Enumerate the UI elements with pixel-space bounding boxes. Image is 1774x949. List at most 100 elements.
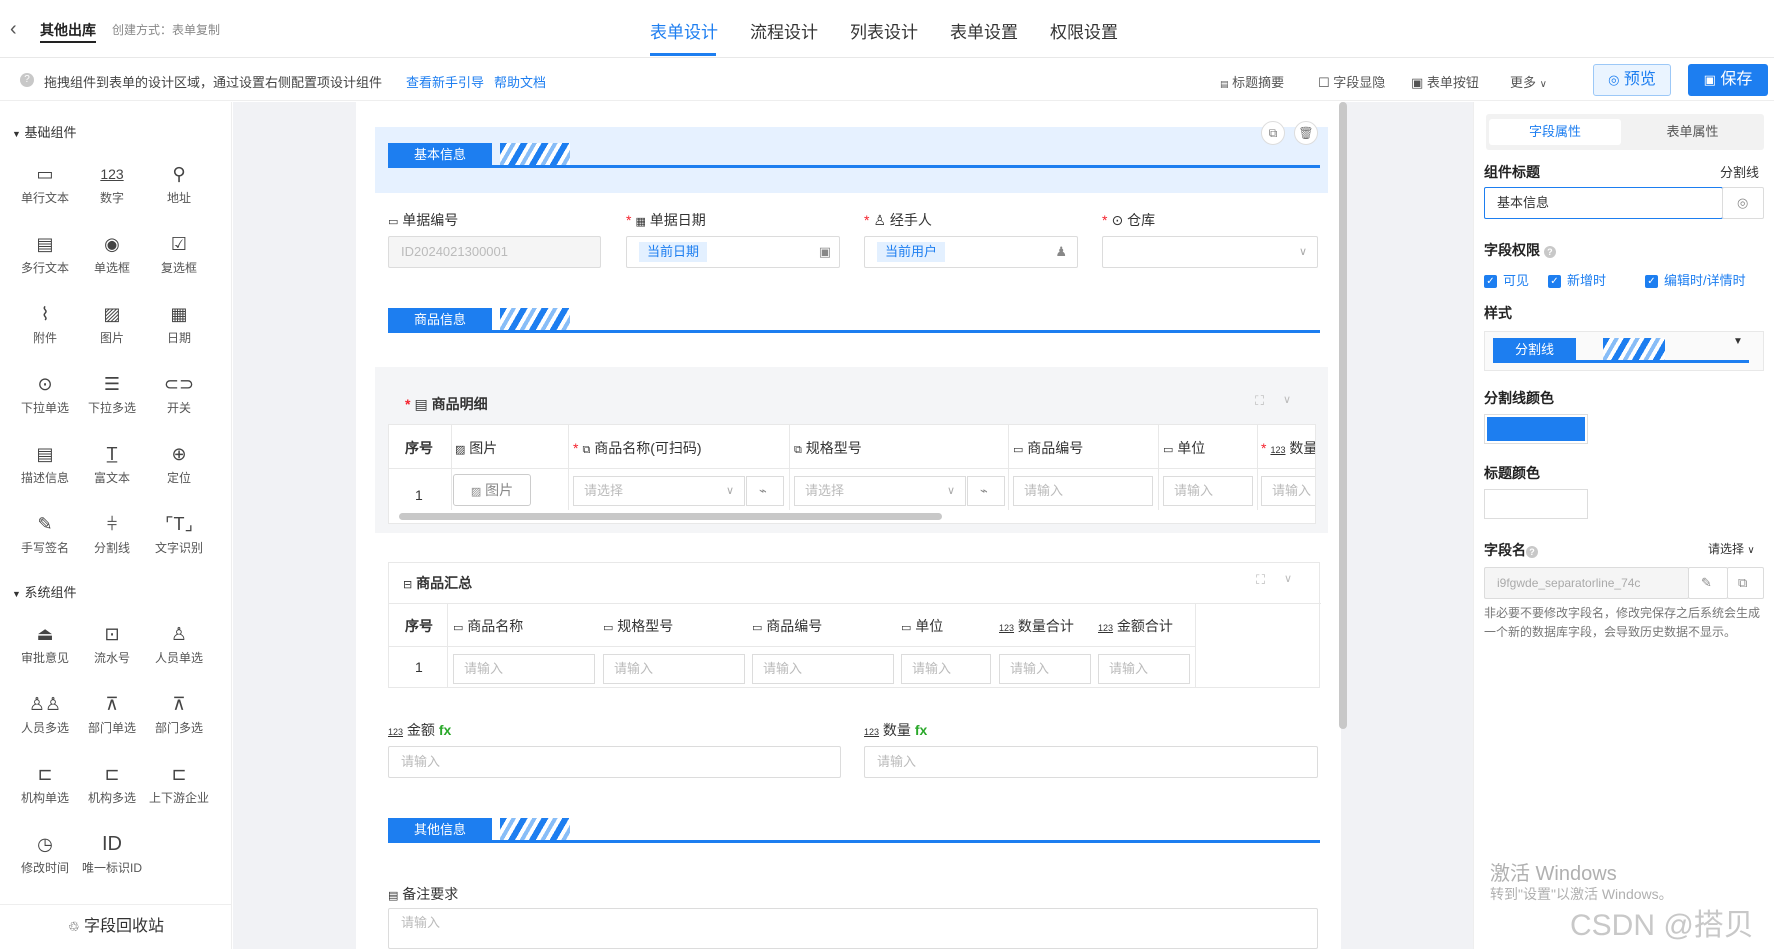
summary-amount-input[interactable]: 请输入 <box>1098 654 1190 684</box>
summary-unit-input[interactable]: 请输入 <box>901 654 991 684</box>
field-recycle-bin[interactable]: ♲ 字段回收站 <box>0 904 232 949</box>
palette-approval[interactable]: ⏏ 审批意见 <box>12 621 78 666</box>
tab-list-design[interactable]: 列表设计 <box>850 18 918 43</box>
remark-textarea[interactable]: 请输入 <box>388 908 1318 949</box>
perm-create-checkbox[interactable]: ✓ 新增时 <box>1548 270 1606 289</box>
number-icon: 123 <box>1098 623 1114 633</box>
title-color-swatch[interactable] <box>1484 489 1588 519</box>
table-h-scrollbar[interactable] <box>399 513 942 520</box>
chevron-down-icon[interactable]: ∨ <box>1283 393 1291 406</box>
back-icon[interactable]: ‹ <box>10 18 17 41</box>
field-visibility-button[interactable]: ☐ 字段显隐 <box>1318 72 1385 91</box>
palette-single-text[interactable]: ▭ 单行文本 <box>12 161 78 206</box>
style-select[interactable]: 分割线 ▼ <box>1484 331 1764 371</box>
preview-button[interactable]: ◎ 预览 <box>1593 64 1671 96</box>
tab-form-settings[interactable]: 表单设置 <box>950 18 1018 43</box>
palette-radio[interactable]: ◉ 单选框 <box>79 231 145 276</box>
palette-serial[interactable]: ⊡ 流水号 <box>79 621 145 666</box>
edit-icon[interactable]: ✎ <box>1688 567 1728 599</box>
section-basic-info[interactable]: 基本信息 <box>388 135 1320 175</box>
palette-image[interactable]: ▨ 图片 <box>79 301 145 346</box>
qty-total-input[interactable]: 请输入 <box>864 746 1318 778</box>
col-header: ⧉ 规格型号 <box>794 438 862 458</box>
palette-dropdown-single[interactable]: ⊙ 下拉单选 <box>12 371 78 416</box>
qty-input[interactable]: 请输入 <box>1261 476 1315 506</box>
summary-spec-input[interactable]: 请输入 <box>603 654 745 684</box>
palette-org-single[interactable]: ⊏ 机构单选 <box>12 761 78 806</box>
spec-select[interactable]: 请选择 ∨ <box>794 476 966 506</box>
palette-number[interactable]: 123 数字 <box>79 161 145 206</box>
palette-partner[interactable]: ⊏ 上下游企业 <box>146 761 212 806</box>
tab-form-design[interactable]: 表单设计 <box>650 18 718 43</box>
tab-form-props[interactable]: 表单属性 <box>1624 119 1761 145</box>
palette-user-single[interactable]: ♙ 人员单选 <box>146 621 212 666</box>
doc-date-input[interactable]: 当前日期 ▣ <box>626 236 840 268</box>
basic-components-heading[interactable]: ▼ 基础组件 <box>12 122 77 141</box>
image-upload-button[interactable]: ▨ 图片 <box>453 474 531 506</box>
unit-input[interactable]: 请输入 <box>1163 476 1253 506</box>
product-name-select[interactable]: 请选择 ∨ <box>573 476 745 506</box>
line-color-swatch[interactable] <box>1484 414 1588 444</box>
more-button[interactable]: 更多 ∨ <box>1510 72 1547 91</box>
form-buttons-button[interactable]: ▣ 表单按钮 <box>1411 72 1479 91</box>
product-no-input[interactable]: 请输入 <box>1013 476 1153 506</box>
perm-edit-checkbox[interactable]: ✓ 编辑时/详情时 <box>1645 270 1746 289</box>
palette-separator[interactable]: ⫩ 分割线 <box>79 511 145 556</box>
warehouse-select[interactable]: ∨ <box>1102 236 1318 268</box>
qty-label: 123 数量 fx <box>864 720 927 740</box>
guide-link[interactable]: 查看新手引导 <box>406 72 484 91</box>
handler-input[interactable]: 当前用户 ♟ <box>864 236 1078 268</box>
tab-permission-settings[interactable]: 权限设置 <box>1050 18 1118 43</box>
summary-name-input[interactable]: 请输入 <box>453 654 595 684</box>
tab-flow-design[interactable]: 流程设计 <box>750 18 818 43</box>
field-name-label: 字段名? <box>1484 540 1538 560</box>
summary-no-input[interactable]: 请输入 <box>752 654 894 684</box>
chevron-down-icon[interactable]: ∨ <box>1284 572 1292 585</box>
palette-address[interactable]: ⚲ 地址 <box>146 161 212 206</box>
palette-switch[interactable]: ⊂⊃ 开关 <box>146 371 212 416</box>
title-summary-button[interactable]: ▤ 标题摘要 <box>1220 72 1284 91</box>
clock-icon: ◷ <box>37 834 53 854</box>
palette-signature[interactable]: ✎ 手写签名 <box>12 511 78 556</box>
doc-no-input[interactable]: ID2024021300001 <box>388 236 601 268</box>
spec-link-icon[interactable]: ⌁ <box>967 476 1005 506</box>
fullscreen-icon[interactable]: ⛶ <box>1255 393 1264 409</box>
palette-checkbox[interactable]: ☑ 复选框 <box>146 231 212 276</box>
section-other-info[interactable]: 其他信息 <box>388 810 1320 850</box>
fullscreen-icon[interactable]: ⛶ <box>1256 572 1265 588</box>
amount-input[interactable]: 请输入 <box>388 746 841 778</box>
palette-dept-multi[interactable]: ⊼ 部门多选 <box>146 691 212 736</box>
palette-ocr[interactable]: ⌜T⌟ 文字识别 <box>146 511 212 556</box>
summary-table-card[interactable]: ⊟ 商品汇总 ⛶ ∨ 序号 ▭ 商品名称 ▭ 规格型号 ▭ 商品编号 ▭ 单位 … <box>388 562 1321 688</box>
palette-attachment[interactable]: ⌇ 附件 <box>12 301 78 346</box>
palette-rich-text[interactable]: T̲ 富文本 <box>79 441 145 486</box>
col-header: 序号 <box>405 440 433 456</box>
system-components-heading[interactable]: ▼ 系统组件 <box>12 582 77 601</box>
comp-title-input[interactable]: 基本信息 <box>1484 187 1723 219</box>
copy-icon[interactable]: ⧉ <box>1727 567 1764 599</box>
palette-user-multi[interactable]: ♙♙ 人员多选 <box>12 691 78 736</box>
palette-label: 唯一标识ID <box>81 861 142 875</box>
palette-modified-time[interactable]: ◷ 修改时间 <box>12 831 78 876</box>
palette-dropdown-multi[interactable]: ☰ 下拉多选 <box>79 371 145 416</box>
save-button[interactable]: ▣ 保存 <box>1688 64 1768 96</box>
palette-org-multi[interactable]: ⊏ 机构多选 <box>79 761 145 806</box>
palette-locate[interactable]: ⊕ 定位 <box>146 441 212 486</box>
palette-description[interactable]: ▤ 描述信息 <box>12 441 78 486</box>
scan-link-icon[interactable]: ⌁ <box>746 476 784 506</box>
palette-unique-id[interactable]: ID 唯一标识ID <box>79 831 145 876</box>
tab-field-props[interactable]: 字段属性 <box>1489 119 1621 145</box>
eye-icon: ◎ <box>1608 72 1620 87</box>
section-product-info[interactable]: 商品信息 <box>388 300 1320 340</box>
col-divider <box>568 425 569 510</box>
palette-multi-text[interactable]: ▤ 多行文本 <box>12 231 78 276</box>
field-name-select[interactable]: 请选择 ∨ <box>1708 540 1755 557</box>
canvas-scrollbar[interactable] <box>1339 102 1347 729</box>
field-name-input[interactable]: i9fgwde_separatorline_74c <box>1484 567 1689 599</box>
summary-qty-input[interactable]: 请输入 <box>999 654 1091 684</box>
eye-icon[interactable]: ◎ <box>1722 187 1764 219</box>
help-doc-link[interactable]: 帮助文档 <box>494 72 546 91</box>
palette-dept-single[interactable]: ⊼ 部门单选 <box>79 691 145 736</box>
perm-visible-checkbox[interactable]: ✓ 可见 <box>1484 270 1529 289</box>
palette-date[interactable]: ▦ 日期 <box>146 301 212 346</box>
